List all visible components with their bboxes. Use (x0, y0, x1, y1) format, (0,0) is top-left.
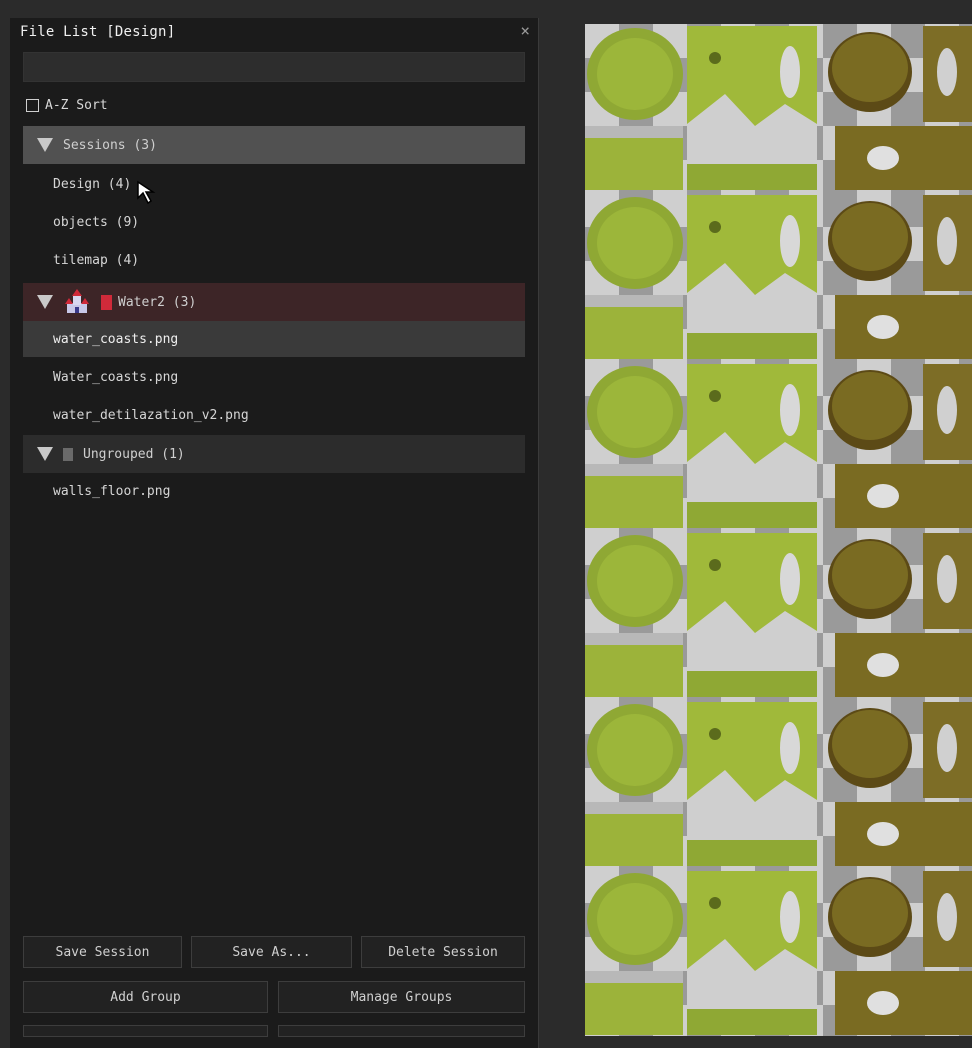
session-label: tilemap (4) (53, 252, 140, 268)
manage-groups-button[interactable]: Manage Groups (278, 981, 525, 1013)
collapse-triangle-icon[interactable] (37, 295, 53, 309)
file-item-water-coasts[interactable]: water_coasts.png (23, 321, 525, 357)
search-input[interactable] (23, 52, 525, 82)
file-item-water-coasts-2[interactable]: Water_coasts.png (23, 359, 525, 395)
close-icon[interactable]: × (520, 21, 530, 40)
group-header-water2[interactable]: Water2 (3) (23, 283, 525, 321)
panel-title: File List [Design] (20, 24, 176, 40)
settings-button[interactable] (23, 1025, 268, 1037)
group-label-sessions: Sessions (3) (63, 137, 157, 153)
az-sort-checkbox[interactable] (26, 98, 39, 112)
file-list-panel: File List [Design] × A-Z Sort Sessions (… (10, 18, 539, 1048)
group-label-ungrouped: Ungrouped (1) (83, 446, 185, 462)
file-label: water_coasts.png (53, 331, 179, 347)
group-header-ungrouped[interactable]: Ungrouped (1) (23, 435, 525, 473)
group-label-water2: Water2 (3) (118, 294, 197, 310)
delete-session-button[interactable]: Delete Session (361, 936, 525, 968)
session-label: Design (4) (53, 176, 132, 192)
session-item-design[interactable]: Design (4) (23, 166, 525, 202)
file-label: walls_floor.png (53, 483, 171, 499)
add-group-button[interactable]: Add Group (23, 981, 268, 1013)
mouse-cursor-icon (137, 180, 156, 205)
session-item-tilemap[interactable]: tilemap (4) (23, 242, 525, 278)
group-color-swatch (63, 447, 73, 461)
tileset-canvas[interactable] (585, 24, 972, 1036)
session-label: objects (9) (53, 214, 140, 230)
file-item-water-detilazation[interactable]: water_detilazation_v2.png (23, 397, 525, 433)
file-label: Water_coasts.png (53, 369, 179, 385)
castle-icon (65, 289, 89, 313)
az-sort-toggle[interactable]: A-Z Sort (26, 96, 108, 114)
file-label: water_detilazation_v2.png (53, 407, 249, 423)
tileset-image (585, 24, 972, 1036)
session-item-objects[interactable]: objects (9) (23, 204, 525, 240)
group-header-sessions[interactable]: Sessions (3) (23, 126, 525, 164)
help-button[interactable] (278, 1025, 525, 1037)
collapse-triangle-icon[interactable] (37, 447, 53, 461)
save-as-button[interactable]: Save As... (191, 936, 352, 968)
collapse-triangle-icon[interactable] (37, 138, 53, 152)
file-item-walls-floor[interactable]: walls_floor.png (23, 473, 525, 509)
save-session-button[interactable]: Save Session (23, 936, 182, 968)
group-color-swatch (101, 294, 112, 310)
az-sort-label: A-Z Sort (45, 97, 108, 113)
